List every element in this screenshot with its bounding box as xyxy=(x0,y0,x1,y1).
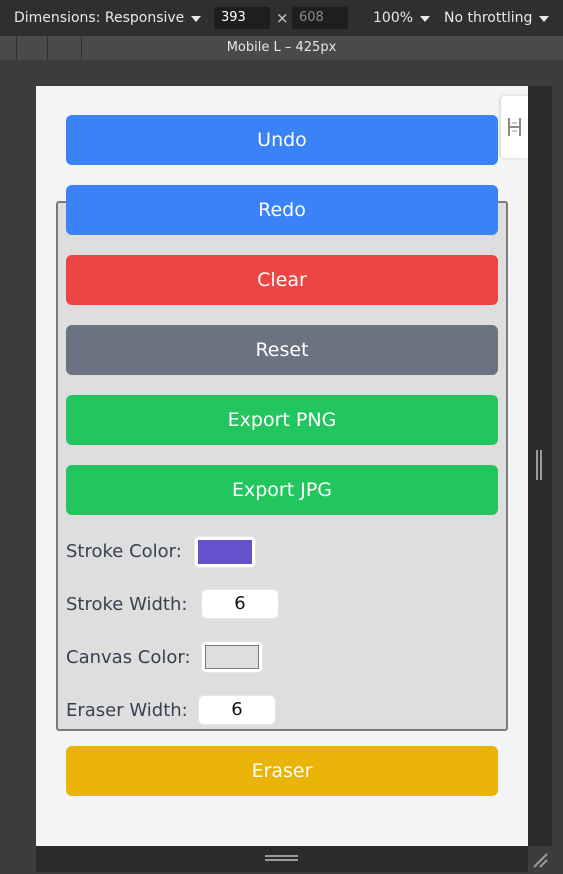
floating-side-tab[interactable] xyxy=(501,96,528,158)
zoom-dropdown[interactable]: 100% xyxy=(373,0,431,36)
stroke-color-label: Stroke Color: xyxy=(66,541,182,562)
canvas-color-picker[interactable] xyxy=(201,641,263,673)
stroke-color-swatch xyxy=(198,540,252,564)
dimensions-dropdown[interactable]: Dimensions: Responsive xyxy=(14,0,202,36)
drag-handle-icon xyxy=(508,118,521,136)
export-png-button[interactable]: Export PNG xyxy=(66,395,498,445)
eraser-button[interactable]: Eraser xyxy=(66,746,498,796)
stroke-width-input[interactable]: 6 xyxy=(201,589,279,619)
device-toolbar: Dimensions: Responsive 393 × 608 100% No… xyxy=(0,0,563,36)
dimensions-label: Dimensions: Responsive xyxy=(14,10,185,26)
media-query-bar[interactable]: Mobile L – 425px xyxy=(0,36,563,60)
chevron-down-icon xyxy=(191,16,202,22)
right-resize-handle-icon[interactable] xyxy=(536,450,542,480)
width-input[interactable]: 393 xyxy=(214,7,270,29)
stroke-color-picker[interactable] xyxy=(194,536,256,568)
media-query-label: Mobile L – 425px xyxy=(226,40,337,55)
throttling-label: No throttling xyxy=(444,10,533,26)
export-jpg-button[interactable]: Export JPG xyxy=(66,465,498,515)
stroke-width-label: Stroke Width: xyxy=(66,594,188,615)
undo-button[interactable]: Undo xyxy=(66,115,498,165)
throttling-dropdown[interactable]: No throttling xyxy=(444,0,550,36)
clear-button[interactable]: Clear xyxy=(66,255,498,305)
redo-button[interactable]: Redo xyxy=(66,185,498,235)
bottom-resize-handle-icon[interactable] xyxy=(265,855,298,861)
times-separator: × xyxy=(276,9,289,27)
zoom-label: 100% xyxy=(373,10,414,26)
canvas-color-label: Canvas Color: xyxy=(66,647,191,668)
corner-resize-icon[interactable] xyxy=(532,852,548,868)
chevron-down-icon xyxy=(420,16,431,22)
reset-button[interactable]: Reset xyxy=(66,325,498,375)
canvas-color-swatch xyxy=(205,645,259,669)
emulated-viewport: Undo Redo Clear Reset Export PNG Export … xyxy=(36,86,528,846)
chevron-down-icon xyxy=(539,16,550,22)
devtools-device-mode: Dimensions: Responsive 393 × 608 100% No… xyxy=(0,0,563,874)
height-input[interactable]: 608 xyxy=(292,7,348,29)
eraser-width-label: Eraser Width: xyxy=(66,700,188,721)
eraser-width-input[interactable]: 6 xyxy=(198,695,276,725)
